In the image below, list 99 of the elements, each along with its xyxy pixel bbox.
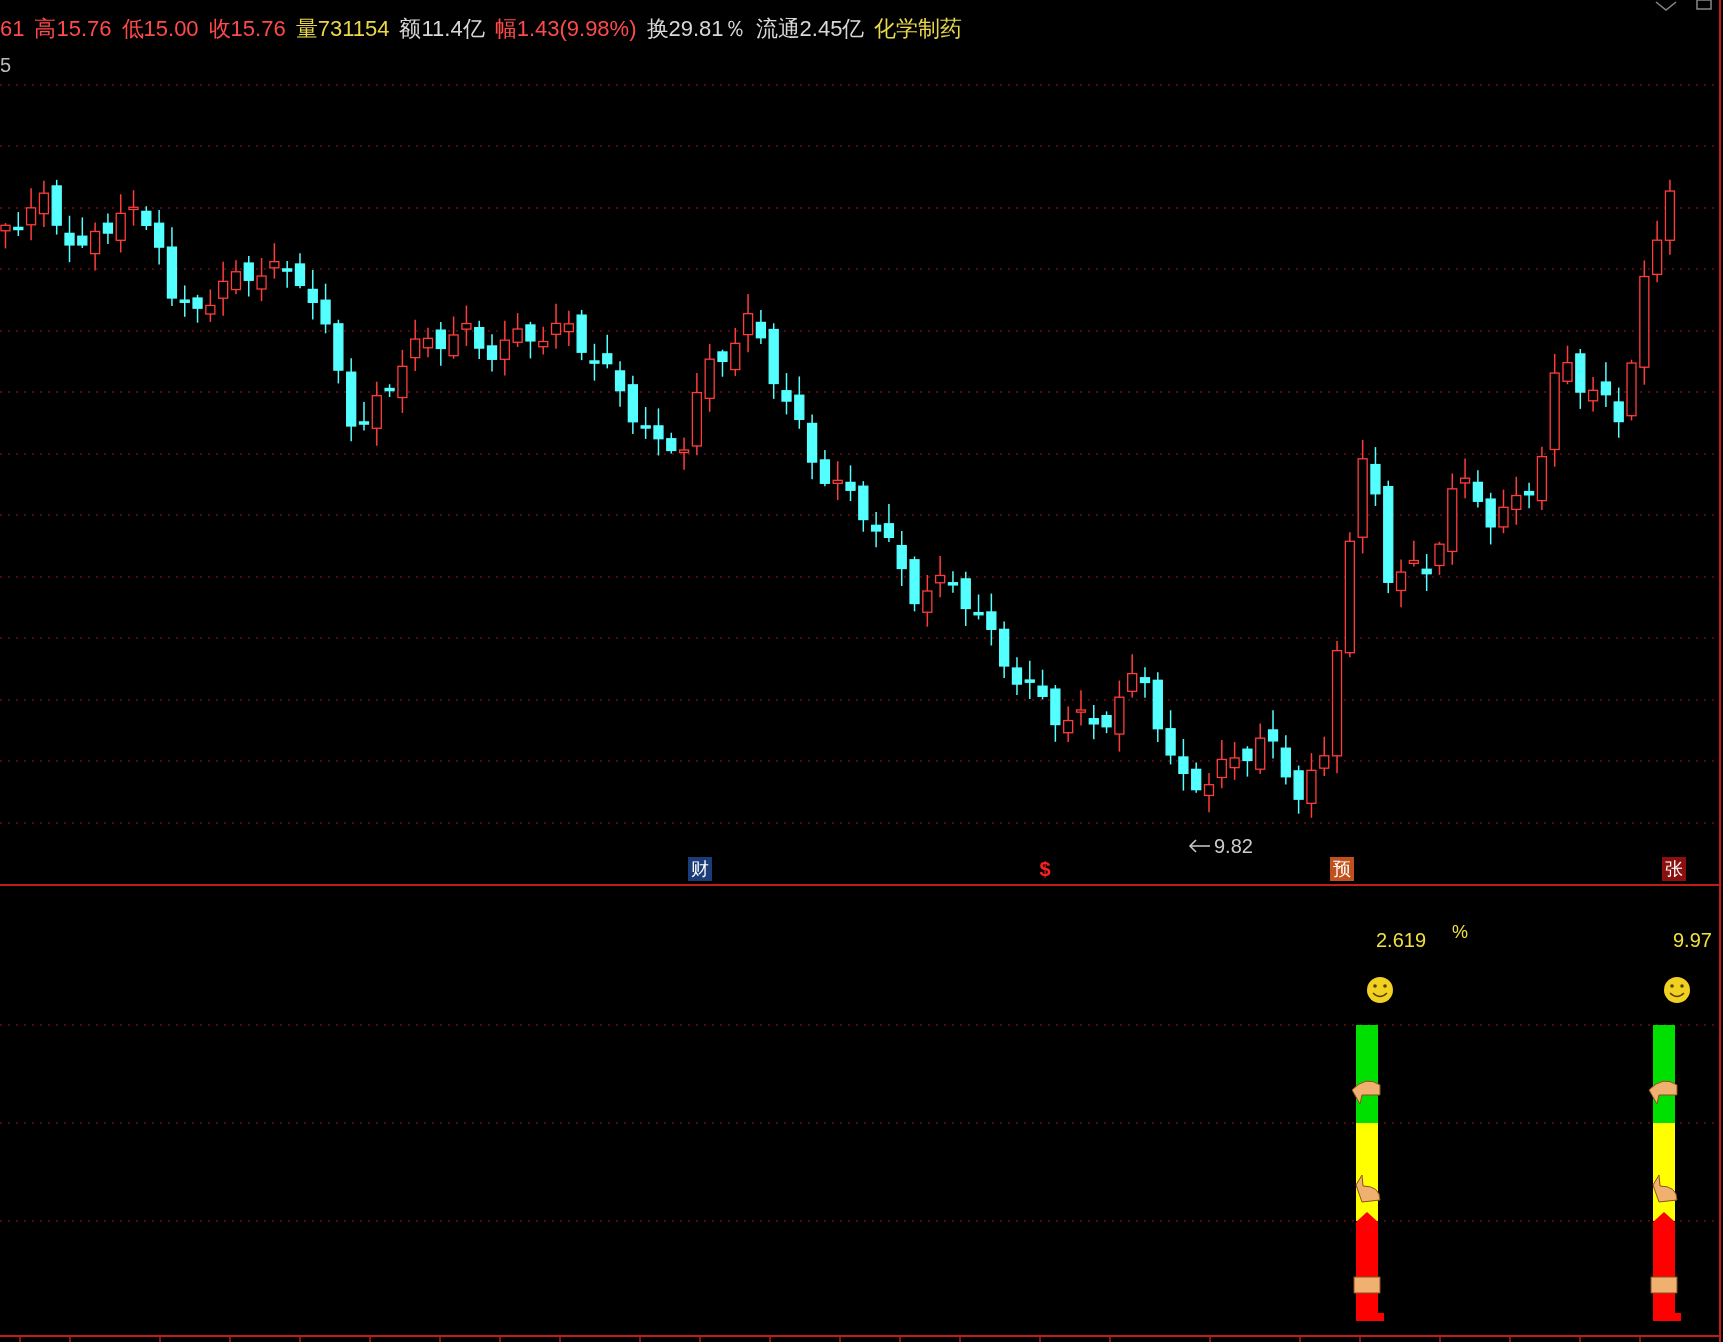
candlestick <box>333 319 344 385</box>
candlestick <box>589 343 600 382</box>
candlestick <box>128 189 139 227</box>
candlestick <box>1434 541 1445 576</box>
candlestick <box>986 592 997 647</box>
price-label: 5 <box>0 53 12 78</box>
candlestick <box>1600 361 1612 408</box>
event-marker: 财 <box>688 857 712 881</box>
chevron-down-icon[interactable] <box>1655 1 1677 11</box>
candlestick <box>1229 741 1240 781</box>
candlestick <box>154 209 165 266</box>
candlestick <box>51 179 62 236</box>
quote-field: 化学制药 <box>874 14 963 44</box>
candlestick <box>1485 492 1496 546</box>
smiley-icon <box>1367 977 1393 1003</box>
candlestick <box>1075 689 1087 727</box>
candlestick <box>781 372 792 416</box>
candlestick <box>627 375 638 435</box>
candlestick <box>896 530 907 587</box>
candlestick <box>461 304 472 347</box>
candlestick <box>1203 772 1215 813</box>
candlestick <box>922 574 933 628</box>
indicator-value: 9.97 <box>1673 928 1712 952</box>
candlestick <box>1306 752 1317 819</box>
candlestick <box>1063 705 1074 743</box>
quote-field: 61 <box>0 14 25 44</box>
candlestick <box>973 593 984 621</box>
candlestick <box>1280 734 1291 786</box>
candlestick <box>640 406 651 440</box>
candlestick <box>1613 386 1624 439</box>
candlestick <box>1421 553 1432 592</box>
candlestick <box>448 315 459 360</box>
candlestick <box>320 282 331 334</box>
candlestick <box>192 294 203 324</box>
candlestick <box>1191 761 1202 794</box>
candlestick <box>1127 653 1138 699</box>
candlestick <box>1562 344 1573 385</box>
candlestick <box>1626 358 1637 422</box>
candlestick <box>1370 446 1381 507</box>
candlestick <box>909 555 920 613</box>
candlestick <box>794 375 805 430</box>
candlestick <box>397 349 408 414</box>
candlestick <box>1216 739 1227 790</box>
candlestick <box>282 260 293 289</box>
candlestick <box>1267 709 1279 760</box>
quote-field: 幅1.43(9.98%) <box>494 14 637 44</box>
candlestick <box>307 269 318 321</box>
candlestick <box>1037 668 1048 701</box>
candlestick <box>1050 684 1061 743</box>
candlestick <box>474 319 485 360</box>
candlestick <box>1242 745 1253 778</box>
candlestick <box>512 312 523 348</box>
event-marker: $ <box>1038 857 1052 881</box>
candlestick <box>38 180 50 228</box>
quote-field: 量731154 <box>295 14 390 44</box>
candlestick <box>1255 722 1266 775</box>
candlestick <box>525 321 536 360</box>
candlestick <box>614 360 626 408</box>
candlestick <box>653 407 664 457</box>
candlestick <box>64 215 75 263</box>
candlestick <box>256 257 267 302</box>
quote-field: 流通2.45亿 <box>755 14 865 44</box>
candlestick <box>563 310 574 347</box>
unit-label: % <box>1452 922 1468 942</box>
candlestick <box>1472 469 1484 509</box>
candlestick <box>1498 488 1509 534</box>
candlestick <box>602 334 613 370</box>
candlestick <box>717 348 728 378</box>
candlestick <box>269 242 280 280</box>
arrow-icon <box>1188 839 1211 853</box>
quote-field: 收15.76 <box>208 14 286 44</box>
candlestick <box>384 383 395 398</box>
smiley-icon <box>1664 977 1690 1003</box>
candlestick <box>730 327 741 377</box>
quote-field: 额11.4亿 <box>399 14 485 44</box>
indicator-value: 2.619 <box>1376 928 1427 952</box>
window-icon[interactable] <box>1696 0 1712 10</box>
quote-field: 高15.76 <box>34 14 112 44</box>
candlestick <box>1652 219 1663 283</box>
candlestick <box>1178 738 1189 792</box>
candlestick <box>832 460 843 501</box>
candlestick <box>1088 704 1099 740</box>
candlestick <box>1293 764 1304 815</box>
candlestick <box>141 205 152 231</box>
candlestick <box>576 309 587 361</box>
candlestick <box>704 343 715 413</box>
quote-field: 换29.81％ <box>646 14 746 44</box>
event-marker: 张 <box>1662 857 1686 881</box>
event-marker: 预 <box>1330 857 1354 881</box>
candlestick <box>845 464 856 502</box>
candlestick <box>205 288 216 323</box>
low-price-label: 9.82 <box>1214 834 1253 858</box>
candlestick <box>294 252 306 290</box>
candlestick <box>1024 659 1035 700</box>
candlestick <box>243 255 254 298</box>
quote-field: 低15.00 <box>121 14 199 44</box>
candlestick <box>1101 710 1112 734</box>
candlestick <box>1165 709 1176 766</box>
candlestick <box>883 503 895 543</box>
